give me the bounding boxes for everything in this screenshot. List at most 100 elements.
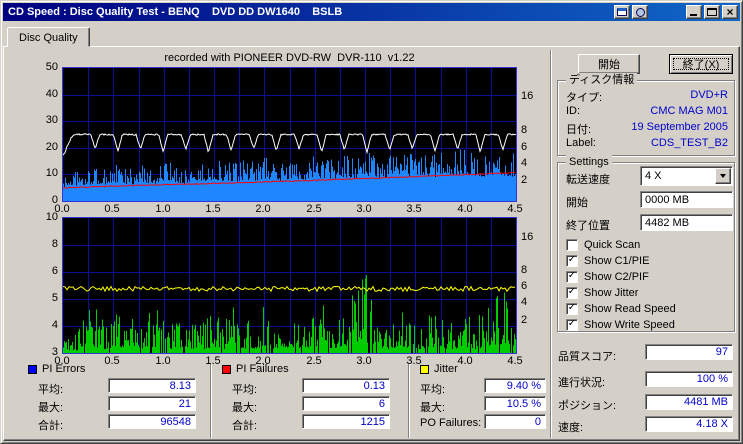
checkbox-quick-scan[interactable]: Quick Scan	[566, 238, 640, 251]
legend-jitter: Jitter	[420, 363, 458, 375]
checkbox-show-read-speed[interactable]: ✓ Show Read Speed	[566, 302, 676, 315]
y-axis-tick-right: 2	[521, 315, 527, 326]
speed-select-value: 4 X	[641, 167, 714, 185]
progress-value: 100 %	[645, 371, 733, 387]
quality-score-label: 品質スコア:	[558, 348, 616, 364]
maximize-button[interactable]	[704, 5, 720, 19]
x-axis-tick: 0.0	[52, 356, 72, 367]
pi-errors-chart	[62, 67, 517, 202]
dropdown-button[interactable]	[715, 168, 731, 184]
check-icon: ✓	[568, 271, 576, 281]
tab-label: Disc Quality	[19, 32, 78, 44]
start-position-label: 開始	[566, 194, 588, 210]
x-axis-tick: 3.0	[354, 204, 374, 215]
x-axis-tick: 1.5	[203, 356, 223, 367]
disc-info-label-date: 日付:	[566, 121, 591, 137]
close-icon	[723, 6, 737, 18]
minimize-icon	[690, 14, 697, 16]
x-axis-tick: 3.0	[354, 356, 374, 367]
pi-failures-maximum-label: 最大:	[232, 399, 257, 415]
pi-failures-total-value: 1215	[302, 414, 390, 429]
x-axis-tick: 4.5	[505, 204, 525, 215]
disc-info-value-date: 19 September 2005	[631, 121, 728, 133]
window-title: CD Speed : Disc Quality Test - BENQ DVD …	[8, 6, 612, 18]
content-area: recorded with PIONEER DVD-RW DVR-110 v1.…	[0, 0, 743, 444]
disc-info-value-type: DVD+R	[690, 89, 728, 101]
minimize-button[interactable]	[686, 5, 702, 19]
checkbox-label: Show C2/PIF	[584, 271, 649, 283]
jitter-average-label: 平均:	[420, 381, 445, 397]
progress-label: 進行状況:	[558, 374, 605, 390]
speed-label: 速度:	[558, 419, 583, 435]
disc-info-label-id: ID:	[566, 105, 580, 117]
disc-info-value-label: CDS_TEST_B2	[651, 137, 728, 149]
y-axis-tick: 8	[32, 239, 58, 250]
position-label: ポジション:	[558, 397, 616, 413]
pi-failures-chart	[62, 217, 517, 354]
end-position-input[interactable]: 4482 MB	[640, 214, 733, 231]
pi-errors-chart-svg	[63, 68, 516, 201]
end-position-label: 終了位置	[566, 217, 610, 233]
checkbox-show-c2-pif[interactable]: ✓ Show C2/PIF	[566, 270, 649, 283]
checkbox-box: ✓	[566, 319, 578, 331]
pi-errors-average-label: 平均:	[38, 381, 63, 397]
checkbox-label: Show Read Speed	[584, 303, 676, 315]
speed-select[interactable]: 4 X	[640, 166, 733, 186]
x-axis-tick: 3.5	[404, 204, 424, 215]
separator-stats-1	[210, 364, 212, 438]
x-axis-tick: 2.5	[304, 356, 324, 367]
recorded-with-text: recorded with PIONEER DVD-RW DVR-110 v1.…	[62, 52, 517, 64]
start-button-label: 開始	[598, 56, 620, 72]
x-axis-tick: 1.0	[153, 356, 173, 367]
capture-button[interactable]	[614, 5, 630, 19]
checkbox-box	[566, 239, 578, 251]
y-axis-tick-right: 4	[521, 297, 527, 308]
checkbox-label: Show Jitter	[584, 287, 638, 299]
checkbox-show-c1-pie[interactable]: ✓Show C1/PIE	[566, 254, 649, 267]
checkbox-show-jitter[interactable]: ✓ Show Jitter	[566, 286, 638, 299]
x-axis-tick: 2.0	[253, 356, 273, 367]
title-bar[interactable]: CD Speed : Disc Quality Test - BENQ DVD …	[3, 3, 740, 21]
y-axis-tick-right: 8	[521, 265, 527, 276]
y-axis-tick-right: 2	[521, 175, 527, 186]
pi-failures-chart-svg	[63, 218, 516, 353]
chevron-down-icon	[720, 174, 726, 178]
y-axis-tick: 30	[32, 115, 58, 126]
tab-disc-quality[interactable]: Disc Quality	[7, 27, 90, 47]
y-axis-tick: 6	[32, 266, 58, 277]
y-axis-tick: 4	[32, 320, 58, 331]
checkbox-label: Show Write Speed	[584, 319, 675, 331]
y-axis-tick-right: 8	[521, 125, 527, 136]
close-button[interactable]	[722, 5, 738, 19]
pi-failures-average-label: 平均:	[232, 381, 257, 397]
disc-info-value-id: CMC MAG M01	[650, 105, 728, 117]
pi-errors-maximum-label: 最大:	[38, 399, 63, 415]
check-icon: ✓	[568, 303, 576, 313]
x-axis-tick: 0.5	[102, 356, 122, 367]
exit-button[interactable]: 終了(X)	[669, 54, 733, 74]
y-axis-tick-right: 4	[521, 158, 527, 169]
x-axis-tick: 4.0	[455, 204, 475, 215]
start-position-value: 0000 MB	[645, 194, 689, 206]
settings-group-title: Settings	[566, 155, 612, 169]
jitter-po-failures-value: 0	[484, 414, 546, 429]
pi-failures-total-label: 合計:	[232, 417, 257, 433]
start-position-input[interactable]: 0000 MB	[640, 191, 733, 208]
y-axis-tick-right: 6	[521, 142, 527, 153]
y-axis-tick: 5	[32, 293, 58, 304]
pi-failures-average-value: 0.13	[302, 378, 390, 393]
x-axis-tick: 4.5	[505, 356, 525, 367]
disc-info-rows: タイプ:DVD+RID:CMC MAG M01日付:19 September 2…	[558, 81, 734, 155]
y-axis-tick-right: 6	[521, 281, 527, 292]
y-axis-tick: 20	[32, 142, 58, 153]
exit-button-label: 終了(X)	[683, 56, 720, 72]
pi-errors-swatch	[28, 365, 37, 374]
checkbox-show-write-speed[interactable]: ✓ Show Write Speed	[566, 318, 675, 331]
separator-right-panel	[550, 50, 552, 438]
checkbox-box: ✓	[566, 271, 578, 283]
checkbox-box: ✓	[566, 287, 578, 299]
disc-button[interactable]	[632, 5, 648, 19]
start-button[interactable]: 開始	[578, 54, 640, 74]
series-read-speed	[63, 134, 516, 155]
x-axis-tick: 4.0	[455, 356, 475, 367]
